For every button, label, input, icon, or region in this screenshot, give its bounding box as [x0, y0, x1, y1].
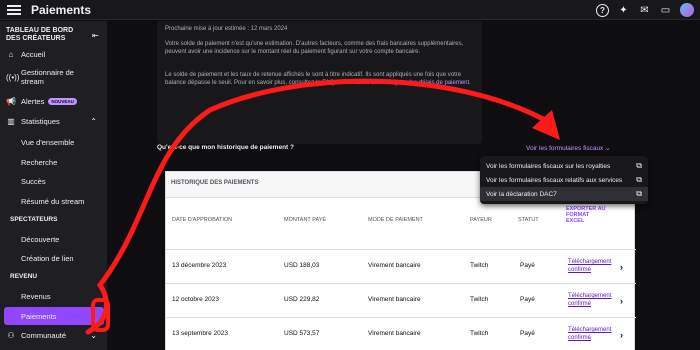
page-title: Paiements [31, 2, 92, 17]
col-approval-date: DATE D'APPROBATION [172, 217, 233, 223]
chevron-up-icon: ⌃ [90, 117, 97, 126]
cell-payer: Twitch [470, 296, 489, 303]
sidebar-item-recherche[interactable]: Recherche [0, 158, 107, 167]
main-content: Prochaine mise à jour estimée : 12 mars … [107, 21, 700, 350]
table-row: 13 décembre 2023 USD 188,03 Virement ban… [166, 250, 636, 284]
col-payer: PAYEUR [470, 217, 492, 223]
chevron-down-icon: ⌄ [90, 331, 97, 340]
menu-item-services-forms[interactable]: Voir les formulaires fiscaux relatifs au… [480, 173, 648, 187]
help-icon[interactable]: ? [596, 3, 609, 17]
inbox-icon[interactable]: ✉ [638, 4, 651, 17]
cell-payer: Twitch [470, 330, 489, 337]
sidebar-item-decouverte[interactable]: Découverte [0, 235, 107, 244]
cell-amount: USD 188,03 [284, 262, 320, 269]
sidebar-item-overview[interactable]: Vue d'ensemble [0, 138, 107, 147]
sidebar-item-paiements[interactable]: Paiements [4, 307, 104, 325]
fiscal-forms-dropdown: Voir les formulaires fiscaux sur les roy… [480, 156, 648, 204]
sidebar-heading: TABLEAU DE BORD DES CRÉATEURS [6, 27, 74, 42]
table-row: 13 septembre 2023 USD 573,57 Virement ba… [166, 318, 636, 350]
sidebar-item-label: Revenus [21, 292, 51, 301]
cell-date: 13 décembre 2023 [172, 262, 227, 269]
menu-item-label: Voir les formulaires fiscaux sur les roy… [486, 162, 611, 170]
table-header-row: DATE D'APPROBATION MONTANT PAYÉ MODE DE … [166, 198, 636, 250]
sidebar-item-label: Création de lien [21, 254, 74, 263]
menu-icon[interactable] [7, 4, 21, 15]
external-link-icon: ⧉ [636, 189, 642, 198]
avatar[interactable] [680, 3, 694, 17]
cell-method: Virement bancaire [368, 330, 421, 337]
collapse-icon[interactable]: ⇤ [92, 31, 99, 40]
sidebar-item-label: Paiements [21, 311, 57, 321]
broadcast-icon: ((•)) [6, 72, 20, 82]
top-bar: Paiements ? ✦ ✉ ▭ [0, 0, 700, 20]
sidebar-item-alertes[interactable]: 📢 Alertes NOUVEAU [0, 97, 107, 106]
col-amount: MONTANT PAYÉ [284, 217, 327, 223]
megaphone-icon: 📢 [6, 97, 16, 106]
sidebar-item-label: Statistiques [21, 117, 60, 126]
download-link[interactable]: Téléchargement confirmé [568, 327, 623, 342]
cell-status: Payé [520, 262, 535, 269]
cell-status: Payé [520, 330, 535, 337]
cell-status: Payé [520, 296, 535, 303]
cell-date: 13 septembre 2023 [172, 330, 229, 337]
home-icon: ⌂ [8, 50, 14, 59]
payout-info-box: Prochaine mise à jour estimée : 12 mars … [157, 21, 482, 144]
sidebar-item-stream-summary[interactable]: Résumé du stream [0, 197, 107, 206]
external-link-icon: ⧉ [636, 175, 642, 184]
menu-item-royalties-forms[interactable]: Voir les formulaires fiscaux sur les roy… [480, 159, 648, 173]
chat-icon[interactable]: ▭ [659, 4, 672, 17]
cell-method: Virement bancaire [368, 262, 421, 269]
new-badge: NOUVEAU [48, 98, 77, 105]
col-method: MODE DE PAIEMENT [368, 217, 423, 223]
section-revenu: REVENU [10, 273, 38, 280]
sidebar-item-label: Communauté [21, 331, 67, 340]
sidebar-item-label: Accueil [21, 50, 46, 59]
fiscal-forms-label: Voir les formulaires fiscaux [526, 145, 604, 152]
sidebar-item-label: Découverte [21, 235, 60, 244]
sidebar-item-succes[interactable]: Succès [0, 177, 107, 186]
sidebar-item-revenus[interactable]: Revenus [0, 292, 107, 301]
sidebar-item-link-creation[interactable]: Création de lien [0, 254, 107, 263]
sidebar-item-label: Succès [21, 177, 46, 186]
cell-payer: Twitch [470, 262, 489, 269]
history-question: Qu'est-ce que mon historique de paiement… [157, 144, 294, 151]
chevron-down-icon: ⌄ [605, 145, 611, 152]
sidebar-item-label: Recherche [21, 158, 58, 167]
cell-date: 12 octobre 2023 [172, 296, 219, 303]
chevron-right-icon[interactable]: › [620, 330, 623, 340]
menu-item-dac7[interactable]: Voir la déclaration DAC7 ⧉ [480, 187, 648, 201]
estimate-note: Votre solde de paiement n'est qu'une est… [165, 40, 464, 56]
download-link[interactable]: Téléchargement confirmé [568, 293, 623, 308]
sidebar-item-label: Vue d'ensemble [21, 138, 75, 147]
section-spectateurs: SPECTATEURS [10, 216, 58, 223]
cell-amount: USD 573,57 [284, 330, 320, 337]
menu-item-label: Voir la déclaration DAC7 [486, 190, 557, 198]
sidebar: TABLEAU DE BORD DES CRÉATEURS ⇤ ⌂ Accuei… [0, 21, 107, 350]
sidebar-item-communaute[interactable]: ⚇ Communauté ⌄ [0, 331, 107, 340]
sidebar-item-label: Alertes [21, 97, 45, 106]
community-icon: ⚇ [7, 331, 15, 340]
faq-link[interactable]: FAQ sur les taxes ou la FAQ sur les déla… [322, 80, 471, 86]
table-row: 12 octobre 2023 USD 229,82 Virement banc… [166, 284, 636, 318]
external-link-icon: ⧉ [636, 161, 642, 170]
sidebar-item-label: Résumé du stream [21, 197, 85, 206]
sidebar-item-stream-manager[interactable]: ((•)) Gestionnaire de stream [0, 68, 107, 86]
sidebar-item-statistiques[interactable]: ▥ Statistiques ⌃ [0, 117, 107, 126]
fiscal-forms-link[interactable]: Voir les formulaires fiscaux ⌄ [526, 144, 611, 152]
next-update-text: Prochaine mise à jour estimée : 12 mars … [165, 26, 288, 32]
export-excel-button[interactable]: EXPORTER AU FORMAT EXCEL [566, 206, 606, 224]
chevron-right-icon[interactable]: › [620, 262, 623, 272]
sidebar-item-accueil[interactable]: ⌂ Accueil [0, 50, 107, 59]
sparkle-icon[interactable]: ✦ [617, 4, 630, 17]
stats-icon: ▥ [7, 117, 15, 126]
chevron-right-icon[interactable]: › [620, 296, 623, 306]
cell-amount: USD 229,82 [284, 296, 320, 303]
sidebar-item-label: Gestionnaire de stream [21, 68, 74, 86]
col-status: STATUT [518, 217, 539, 223]
cell-method: Virement bancaire [368, 296, 421, 303]
menu-item-label: Voir les formulaires fiscaux relatifs au… [486, 176, 623, 184]
download-link[interactable]: Téléchargement confirmé [568, 259, 623, 274]
